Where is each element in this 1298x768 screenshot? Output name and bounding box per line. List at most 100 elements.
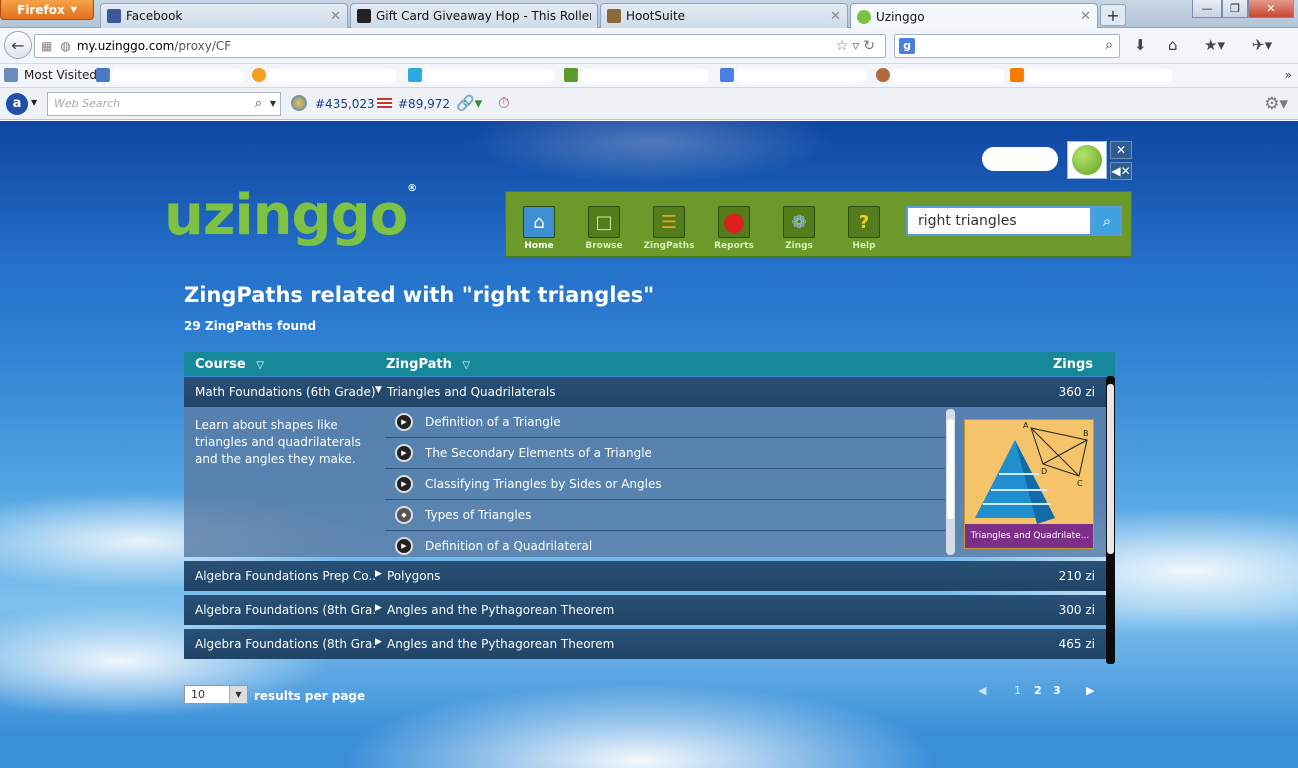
download-icon[interactable]: ⬇ bbox=[1134, 36, 1147, 54]
uzinggo-logo[interactable]: uzinggo® bbox=[164, 183, 417, 248]
caret-down-icon[interactable]: ▼ bbox=[375, 385, 382, 395]
search-icon: ⌕ bbox=[1102, 212, 1112, 230]
firefox-menu-button[interactable]: Firefox ▼ bbox=[0, 0, 94, 20]
bookmark-redacted[interactable] bbox=[1026, 69, 1172, 82]
list-item[interactable]: ▶ Definition of a Quadrilateral bbox=[385, 531, 945, 555]
row-course: Math Foundations (6th Grade) bbox=[195, 385, 375, 399]
mute-button[interactable]: ◀✕ bbox=[1110, 162, 1132, 180]
close-tab-icon[interactable]: ✕ bbox=[330, 9, 341, 24]
new-tab-button[interactable]: + bbox=[1100, 4, 1126, 26]
chevron-down-icon[interactable]: ▼ bbox=[31, 98, 37, 107]
site-search-input[interactable]: right triangles bbox=[906, 206, 1092, 236]
url-bar[interactable]: ▦ ◍ my.uzinggo.com /proxy/CF ☆▿↻ bbox=[34, 34, 886, 58]
close-tab-icon[interactable]: ✕ bbox=[830, 9, 841, 24]
prev-page-icon[interactable]: ◀ bbox=[978, 684, 986, 697]
user-name-redacted[interactable] bbox=[982, 147, 1058, 171]
page-2[interactable]: 2 bbox=[1034, 684, 1042, 697]
toolbar-logo-icon[interactable]: a bbox=[6, 93, 28, 115]
close-button[interactable]: ✕ bbox=[1110, 141, 1132, 159]
web-search-input[interactable]: Web Search ⌕ ▼ bbox=[47, 92, 281, 116]
row-zingpath[interactable]: Triangles and Quadrilaterals bbox=[387, 385, 556, 399]
row-zingpath[interactable]: Angles and the Pythagorean Theorem bbox=[387, 603, 614, 617]
avatar[interactable] bbox=[1067, 141, 1107, 179]
scroll-thumb[interactable] bbox=[1107, 384, 1114, 554]
bird-icon[interactable] bbox=[96, 68, 110, 82]
bookmark-redacted[interactable] bbox=[112, 69, 244, 82]
circle-icon[interactable] bbox=[252, 68, 266, 82]
nav-reports[interactable]: ● Reports bbox=[707, 206, 761, 251]
gear-icon[interactable]: ⚙▾ bbox=[1264, 94, 1288, 114]
bookmark-redacted[interactable] bbox=[268, 69, 396, 82]
chevron-down-icon[interactable]: ▼ bbox=[229, 686, 247, 703]
tab-uzinggo[interactable]: Uzinggo ✕ bbox=[850, 3, 1098, 29]
search-button[interactable]: ⌕ bbox=[1092, 206, 1122, 236]
tab-facebook[interactable]: Facebook ✕ bbox=[100, 3, 348, 28]
table-scrollbar[interactable] bbox=[1106, 376, 1115, 664]
ribbon-icon: ❁ bbox=[783, 206, 815, 238]
home-icon[interactable]: ⌂ bbox=[1168, 36, 1178, 54]
zingpath-thumbnail[interactable]: A B C D Triangles and Quadrilate... bbox=[964, 419, 1094, 549]
google-icon[interactable] bbox=[720, 68, 734, 82]
nav-help[interactable]: ? Help bbox=[837, 206, 891, 251]
restore-button[interactable]: ❐ bbox=[1222, 0, 1248, 18]
bookmarks-icon[interactable]: ★▾ bbox=[1204, 36, 1225, 54]
list-item[interactable]: ◆ Types of Triangles bbox=[385, 500, 945, 531]
close-tab-icon[interactable]: ✕ bbox=[1080, 9, 1091, 24]
search-icon[interactable]: ⌕ bbox=[1105, 37, 1113, 53]
list-item[interactable]: ▶ Definition of a Triangle bbox=[385, 407, 945, 438]
caret-right-icon[interactable]: ▶ bbox=[375, 603, 382, 613]
browser-search-field[interactable]: g ⌕ bbox=[894, 34, 1120, 58]
page-3[interactable]: 3 bbox=[1053, 684, 1061, 697]
tab-gift-card[interactable]: Gift Card Giveaway Hop - This Roller ... bbox=[350, 3, 598, 28]
minimize-button[interactable]: — bbox=[1192, 0, 1222, 18]
next-page-icon[interactable]: ▶ bbox=[1086, 684, 1094, 697]
row-zingpath[interactable]: Polygons bbox=[387, 569, 440, 583]
bookmark-redacted[interactable] bbox=[580, 69, 708, 82]
tab-groups-icon[interactable]: ▦ bbox=[41, 39, 52, 53]
search-icon[interactable]: ⌕ bbox=[255, 93, 262, 115]
bookmark-redacted[interactable] bbox=[736, 69, 866, 82]
table-row[interactable]: Algebra Foundations (8th Gra... ▶ Angles… bbox=[184, 629, 1106, 659]
chevron-down-icon[interactable]: ▼ bbox=[270, 93, 276, 115]
zingpath-column-header[interactable]: ZingPath ▽ bbox=[386, 357, 470, 372]
expanded-row-details: Learn about shapes like triangles and qu… bbox=[184, 407, 1106, 557]
table-row[interactable]: Algebra Foundations Prep Co... ▶ Polygon… bbox=[184, 561, 1106, 591]
nav-zingpaths[interactable]: ☰ ZingPaths bbox=[642, 206, 696, 251]
quote-icon[interactable] bbox=[564, 68, 578, 82]
lesson-scrollbar[interactable] bbox=[946, 409, 955, 555]
star-reload-icons[interactable]: ☆▿↻ bbox=[836, 38, 879, 54]
caret-right-icon[interactable]: ▶ bbox=[375, 637, 382, 647]
registered-mark: ® bbox=[407, 183, 417, 194]
addon-icon[interactable]: ✈▾ bbox=[1252, 36, 1272, 54]
face-icon[interactable] bbox=[876, 68, 890, 82]
bookmark-redacted[interactable] bbox=[892, 69, 1004, 82]
timer-icon[interactable]: ⏱ bbox=[498, 94, 510, 112]
list-item[interactable]: ▶ Classifying Triangles by Sides or Angl… bbox=[385, 469, 945, 500]
blogger-icon[interactable] bbox=[1010, 68, 1024, 82]
page-1[interactable]: 1 bbox=[1014, 684, 1021, 697]
zings-column-header[interactable]: Zings bbox=[1053, 357, 1093, 372]
list-item[interactable]: ▶ The Secondary Elements of a Triangle bbox=[385, 438, 945, 469]
back-button[interactable]: ← bbox=[4, 31, 32, 59]
vertex-label-c: C bbox=[1077, 479, 1083, 488]
course-column-header[interactable]: Course ▽ bbox=[195, 357, 264, 372]
scroll-thumb[interactable] bbox=[947, 419, 954, 519]
home-icon: ⌂ bbox=[523, 206, 555, 238]
more-bookmarks-icon[interactable]: » bbox=[1285, 68, 1292, 82]
row-zingpath[interactable]: Angles and the Pythagorean Theorem bbox=[387, 637, 614, 651]
bookmark-redacted[interactable] bbox=[424, 69, 554, 82]
most-visited-item[interactable]: Most Visited bbox=[4, 68, 97, 82]
tab-hootsuite[interactable]: HootSuite ✕ bbox=[600, 3, 848, 28]
caret-right-icon[interactable]: ▶ bbox=[375, 569, 382, 579]
tumblr-icon[interactable] bbox=[408, 68, 422, 82]
per-page-select[interactable]: 10 ▼ bbox=[184, 685, 248, 704]
table-row[interactable]: Math Foundations (6th Grade) ▼ Triangles… bbox=[184, 377, 1106, 407]
nav-home[interactable]: ⌂ Home bbox=[512, 206, 566, 251]
link-icon[interactable]: 🔗▾ bbox=[456, 94, 482, 112]
window-close-button[interactable]: ✕ bbox=[1248, 0, 1294, 18]
table-row[interactable]: Algebra Foundations (8th Gra... ▶ Angles… bbox=[184, 595, 1106, 625]
reports-icon: ● bbox=[718, 206, 750, 238]
google-icon[interactable]: g bbox=[899, 38, 915, 54]
nav-browse[interactable]: □ Browse bbox=[577, 206, 631, 251]
nav-zings[interactable]: ❁ Zings bbox=[772, 206, 826, 251]
